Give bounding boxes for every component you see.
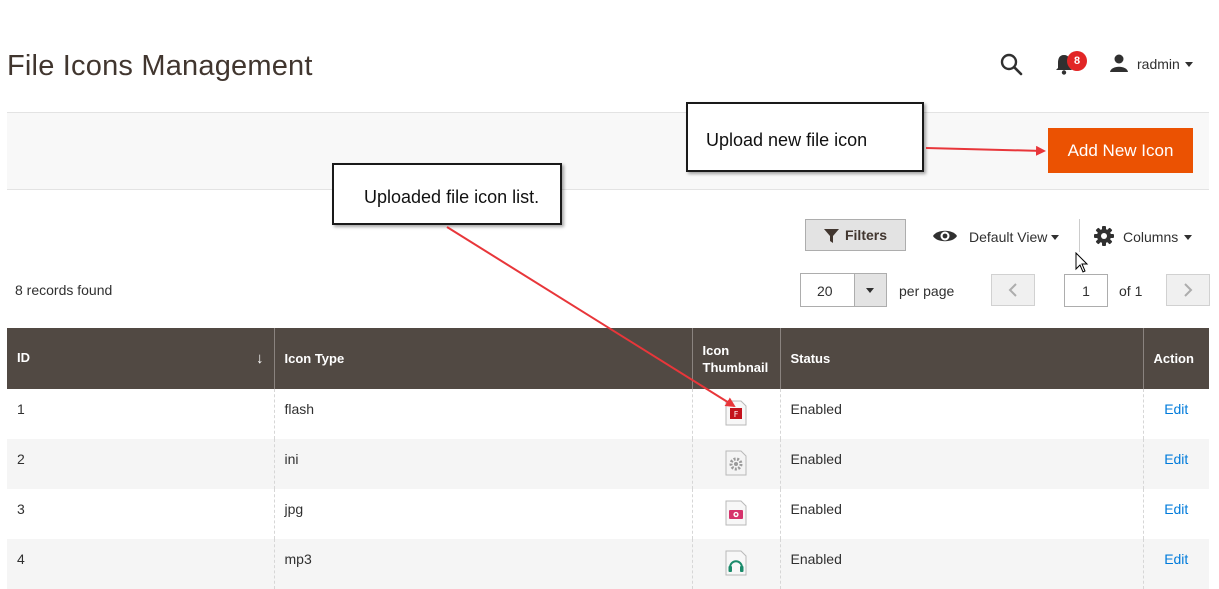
page-actions-bar: [7, 112, 1209, 190]
svg-text:F: F: [734, 410, 739, 419]
chevron-right-icon: [1184, 283, 1193, 297]
filters-button[interactable]: Filters: [805, 219, 906, 251]
table-row: 4 mp3 Enabled Edit: [7, 539, 1209, 589]
user-icon[interactable]: [1109, 53, 1129, 73]
funnel-icon: [823, 229, 839, 244]
edit-link[interactable]: Edit: [1164, 451, 1188, 467]
mp3-file-icon: [725, 550, 747, 576]
icons-grid: ID ↓ Icon Type Icon Thumbnail Status Act…: [7, 328, 1209, 589]
cell-action: Edit: [1142, 489, 1209, 539]
cell-thumbnail: F: [691, 389, 780, 439]
page-total: of 1: [1119, 283, 1143, 299]
cell-thumbnail: [691, 539, 780, 589]
grid-header-row: ID ↓ Icon Type Icon Thumbnail Status Act…: [7, 328, 1209, 389]
edit-link[interactable]: Edit: [1164, 401, 1188, 417]
column-header-icon-thumbnail[interactable]: Icon Thumbnail: [691, 328, 780, 389]
gear-icon[interactable]: [1094, 226, 1114, 246]
column-header-icon-type[interactable]: Icon Type: [273, 328, 692, 389]
cell-id: 3: [7, 489, 274, 539]
callout-upload-text: Upload new file icon: [706, 130, 868, 150]
per-page-label: per page: [899, 283, 955, 299]
cell-status: Enabled: [779, 389, 1143, 439]
callout-list: Uploaded file icon list.: [332, 163, 562, 225]
cell-status: Enabled: [779, 439, 1143, 489]
jpg-file-icon: [725, 500, 747, 526]
cell-icon-type: flash: [273, 389, 692, 439]
cell-action: Edit: [1142, 389, 1209, 439]
cell-action: Edit: [1142, 439, 1209, 489]
filters-label: Filters: [844, 226, 887, 243]
cell-id: 1: [7, 389, 274, 439]
cell-icon-type: ini: [273, 439, 692, 489]
previous-page-button[interactable]: [991, 274, 1035, 306]
search-icon[interactable]: [999, 52, 1023, 76]
records-found: 8 records found: [15, 282, 113, 298]
columns-caret-icon[interactable]: [1184, 235, 1192, 240]
cell-status: Enabled: [779, 489, 1143, 539]
column-header-icon-thumbnail-line1: Icon: [702, 342, 730, 358]
cell-id: 2: [7, 439, 274, 489]
mouse-cursor-icon: [1075, 252, 1089, 273]
edit-link[interactable]: Edit: [1164, 501, 1188, 517]
cell-status: Enabled: [779, 539, 1143, 589]
next-page-button[interactable]: [1166, 274, 1210, 306]
user-menu-caret-icon[interactable]: [1185, 62, 1193, 67]
columns-dropdown[interactable]: Columns: [1123, 229, 1178, 245]
default-view-dropdown[interactable]: Default View: [969, 229, 1047, 245]
chevron-left-icon: [1008, 283, 1017, 297]
page-title: File Icons Management: [7, 50, 313, 82]
table-row: 2 ini Enabled Edit: [7, 439, 1209, 489]
chevron-down-icon[interactable]: [866, 288, 874, 293]
flash-file-icon: F: [725, 400, 747, 426]
notification-count-badge[interactable]: 8: [1067, 51, 1087, 71]
per-page-value[interactable]: 20: [817, 283, 833, 299]
column-header-id[interactable]: ID ↓: [7, 328, 274, 389]
callout-list-text: Uploaded file icon list.: [364, 187, 540, 207]
current-page-input[interactable]: [1064, 274, 1108, 307]
user-name[interactable]: radmin: [1137, 56, 1180, 72]
cell-action: Edit: [1142, 539, 1209, 589]
column-header-icon-thumbnail-line2: Thumbnail: [702, 359, 769, 375]
table-row: 3 jpg Enabled Edit: [7, 489, 1209, 539]
cell-icon-type: jpg: [273, 489, 692, 539]
ini-file-icon: [725, 450, 747, 476]
column-header-action: Action: [1142, 328, 1209, 389]
cell-id: 4: [7, 539, 274, 589]
column-header-status[interactable]: Status: [779, 328, 1143, 389]
sort-arrow-icon[interactable]: ↓: [256, 350, 264, 367]
cell-thumbnail: [691, 439, 780, 489]
column-header-id-label: ID: [17, 350, 30, 365]
table-row: 1 flash F Enabled Edit: [7, 389, 1209, 439]
controls-divider: [1079, 219, 1080, 252]
add-new-icon-button[interactable]: Add New Icon: [1048, 128, 1193, 173]
cell-icon-type: mp3: [273, 539, 692, 589]
view-caret-icon[interactable]: [1051, 235, 1059, 240]
edit-link[interactable]: Edit: [1164, 551, 1188, 567]
callout-upload: Upload new file icon: [686, 102, 924, 172]
cell-thumbnail: [691, 489, 780, 539]
eye-icon[interactable]: [932, 227, 958, 245]
